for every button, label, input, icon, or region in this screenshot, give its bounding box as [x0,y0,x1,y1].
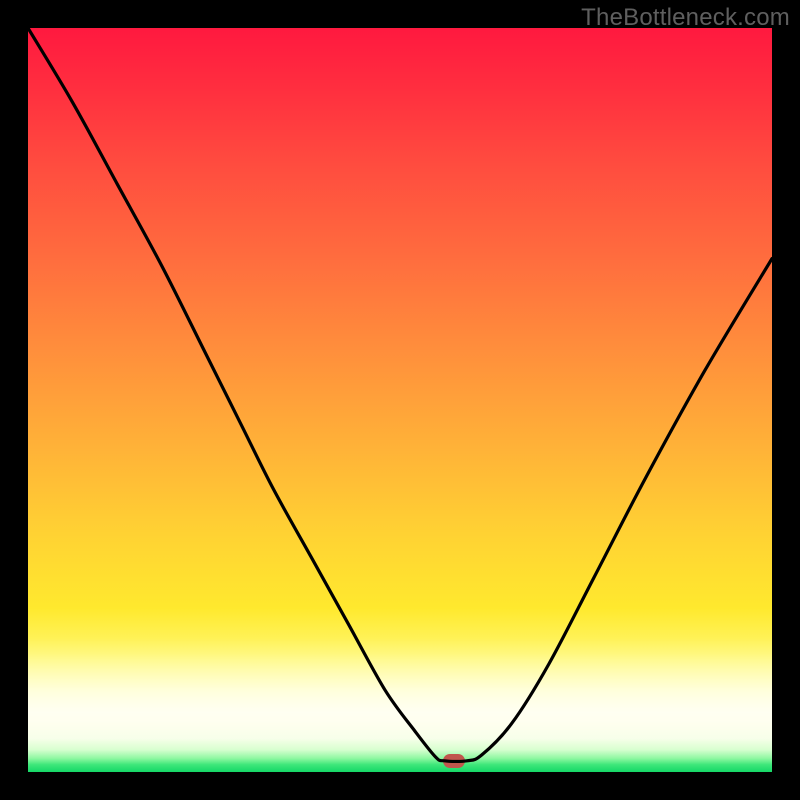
watermark-text: TheBottleneck.com [581,4,790,32]
plot-area [28,28,772,772]
bottleneck-curve [28,28,772,772]
chart-frame: TheBottleneck.com [0,0,800,800]
